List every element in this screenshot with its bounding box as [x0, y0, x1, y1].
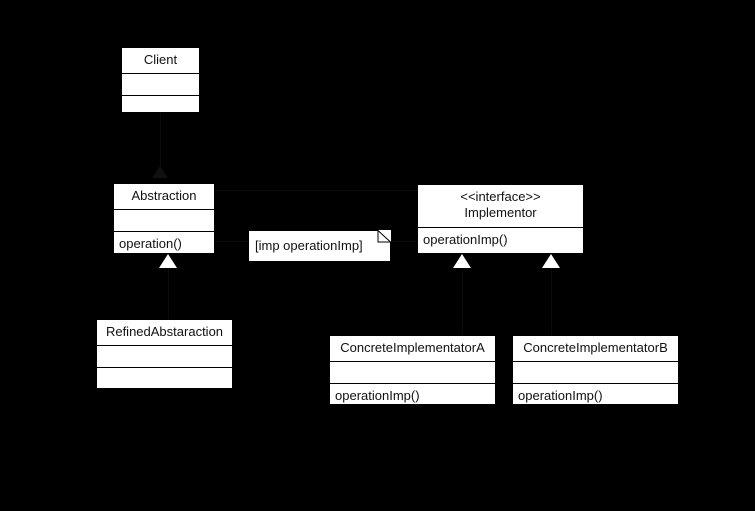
note-text: [imp operationImp] [255, 238, 363, 253]
class-name-implementor-label: Implementor [464, 205, 537, 221]
class-name-abstraction: Abstraction [114, 184, 214, 211]
generalization-arrow-implementor-a [453, 254, 471, 268]
class-operations-refined-abstraction [97, 368, 232, 390]
class-box-concrete-implementator-b[interactable]: ConcreteImplementatorB operationImp() [512, 335, 679, 405]
generalization-arrow-abstraction [159, 254, 177, 268]
class-name-refined-abstraction: RefinedAbstaraction [97, 320, 232, 347]
note-box-imp-operation[interactable]: [imp operationImp] [248, 230, 391, 262]
class-attributes-client [122, 74, 199, 97]
class-attributes-concrete-implementator-b [513, 362, 678, 385]
class-attributes-abstraction [114, 210, 214, 233]
edge-refined-to-abstraction [168, 268, 169, 319]
class-box-client[interactable]: Client [121, 47, 200, 113]
class-box-abstraction[interactable]: Abstraction operation() [113, 183, 215, 254]
class-operations-concrete-implementator-a: operationImp() [335, 388, 420, 404]
edge-client-arrowhead [152, 166, 168, 178]
edge-note-implementor-link [391, 241, 417, 242]
edge-concrete-b-to-implementor [551, 268, 552, 335]
edge-abstraction-to-implementor [215, 190, 417, 191]
class-attributes-concrete-implementator-a [330, 362, 495, 385]
class-name-concrete-implementator-b: ConcreteImplementatorB [513, 336, 678, 363]
class-stereotype-implementor: <<interface>> [460, 189, 541, 204]
generalization-arrow-implementor-b [542, 254, 560, 268]
class-operations-implementor: operationImp() [423, 231, 508, 247]
class-operations-concrete-implementator-b: operationImp() [518, 388, 603, 404]
diagram-canvas: Client Abstraction operation() <<interfa… [0, 0, 755, 511]
class-box-implementor[interactable]: <<interface>> Implementor operationImp() [417, 184, 584, 254]
class-box-concrete-implementator-a[interactable]: ConcreteImplementatorA operationImp() [329, 335, 496, 405]
edge-abstraction-note-link [215, 241, 249, 242]
class-attributes-refined-abstraction [97, 346, 232, 369]
edge-concrete-a-to-implementor [462, 268, 463, 335]
class-operations-abstraction: operation() [119, 236, 182, 252]
class-operations-client [122, 96, 199, 118]
class-box-refined-abstraction[interactable]: RefinedAbstaraction [96, 319, 233, 389]
class-name-concrete-implementator-a: ConcreteImplementatorA [330, 336, 495, 363]
class-name-client: Client [122, 48, 199, 75]
class-name-implementor: <<interface>> Implementor [418, 185, 583, 228]
edge-client-to-abstraction [160, 113, 161, 171]
